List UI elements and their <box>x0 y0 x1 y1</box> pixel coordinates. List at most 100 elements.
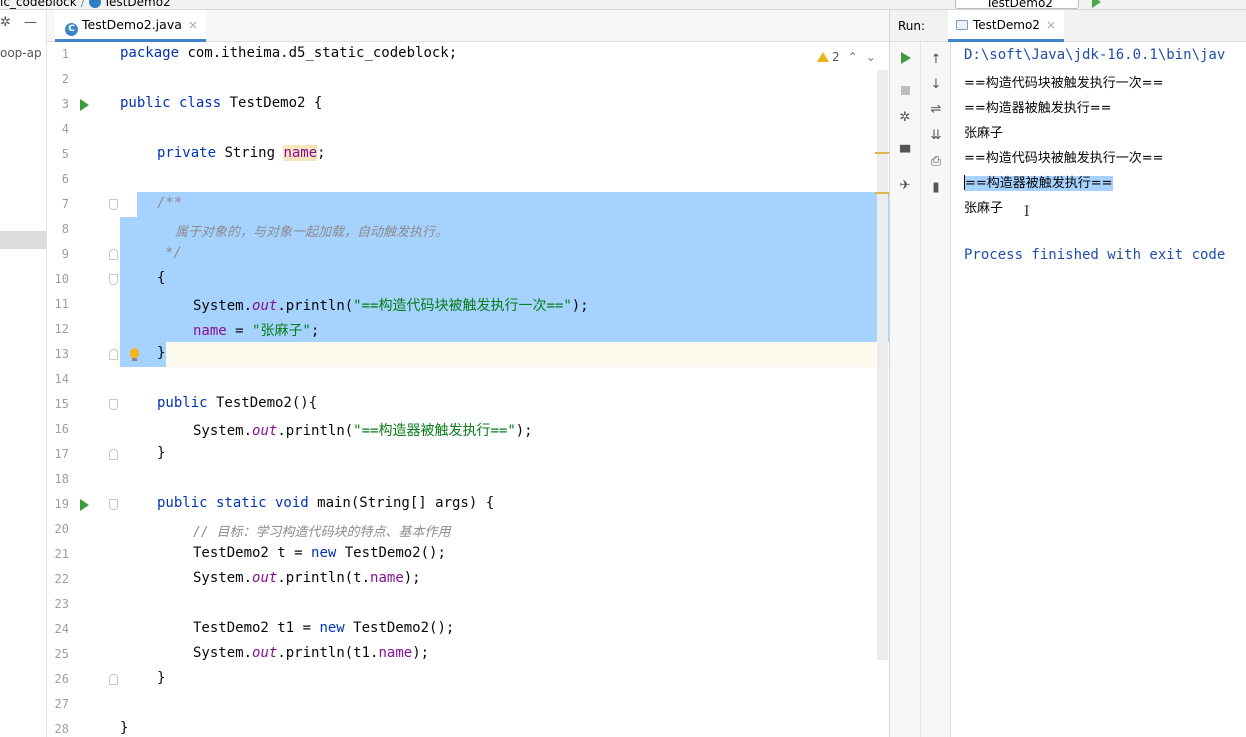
code-text: */ <box>165 245 182 261</box>
stop-icon[interactable] <box>901 86 910 95</box>
fold-icon[interactable] <box>109 349 118 360</box>
line-number: 20 <box>54 522 69 536</box>
arrow-up-icon[interactable]: ↑ <box>927 52 945 67</box>
code-line: 14 <box>47 367 889 392</box>
code-line: 12 name = "张麻子"; <box>47 317 889 342</box>
run-gutter-icon[interactable] <box>80 99 89 111</box>
code-line: 26 } <box>47 667 889 692</box>
line-number: 28 <box>54 722 69 736</box>
line-number: 23 <box>54 597 69 611</box>
fold-icon[interactable] <box>109 399 118 410</box>
code-text: } <box>157 445 166 461</box>
console-line: ==构造代码块被触发执行一次== <box>964 76 1164 91</box>
code-editor[interactable]: 2 ⌃ ⌄ 1 package com.itheima.d5_static_code… <box>47 42 889 737</box>
line-number: 21 <box>54 547 69 561</box>
code-line: 9 */ <box>47 242 889 267</box>
code-text: } <box>157 670 166 686</box>
code-text: name = "张麻子"; <box>193 323 320 339</box>
line-number: 11 <box>54 297 69 311</box>
code-line: 8 属于对象的，与对象一起加载，自动触发执行。 <box>47 217 889 242</box>
line-number: 16 <box>54 422 69 436</box>
code-line: 1 package com.itheima.d5_static_codebloc… <box>47 42 889 67</box>
project-tree-item[interactable]: oop-ap <box>0 46 47 60</box>
fold-icon[interactable] <box>109 274 118 285</box>
run-icon[interactable] <box>1092 0 1101 8</box>
rerun-icon[interactable] <box>901 52 911 64</box>
debug-icon[interactable]: ✲ <box>896 110 914 125</box>
project-tree-selected-row[interactable] <box>0 231 47 249</box>
fold-icon[interactable] <box>109 674 118 685</box>
console-line: D:\soft\Java\jdk-16.0.1\bin\jav <box>964 47 1226 63</box>
line-number: 12 <box>54 322 69 336</box>
line-number: 3 <box>61 97 69 111</box>
console-line: 张麻子 <box>964 201 1004 216</box>
breadcrumb-package[interactable]: ic_codeblock <box>0 0 77 9</box>
line-number: 1 <box>61 47 69 61</box>
line-number: 22 <box>54 572 69 586</box>
fold-icon[interactable] <box>109 499 118 510</box>
code-line: 19 public static void main(String[] args… <box>47 492 889 517</box>
code-text: } <box>120 720 129 736</box>
code-line: 24 TestDemo2 t1 = new TestDemo2(); <box>47 617 889 642</box>
code-line: 16 System.out.println("==构造器被触发执行=="); <box>47 417 889 442</box>
breadcrumb-class[interactable]: TestDemo2 <box>104 0 171 9</box>
fold-icon[interactable] <box>109 249 118 260</box>
code-line: 11 System.out.println("==构造代码块被触发执行一次=="… <box>47 292 889 317</box>
editor-tab-bar: C TestDemo2.java × <box>47 10 889 42</box>
code-text: TestDemo2 t1 = new TestDemo2(); <box>193 620 455 636</box>
code-line: 17 } <box>47 442 889 467</box>
code-line: 22 System.out.println(t.name); <box>47 567 889 592</box>
run-gutter-icon[interactable] <box>80 499 89 511</box>
code-text: } <box>157 345 166 361</box>
line-number: 6 <box>61 172 69 186</box>
code-line: 2 <box>47 67 889 92</box>
class-icon <box>88 0 101 8</box>
layout-icon[interactable]: ▀ <box>896 146 914 161</box>
code-text: System.out.println(t.name); <box>193 570 421 586</box>
code-line: 28 } <box>47 717 889 737</box>
code-line: 18 <box>47 467 889 492</box>
console-tab-icon <box>956 20 968 30</box>
line-number: 8 <box>61 222 69 236</box>
console-line: ==构造代码块被触发执行一次== <box>964 151 1164 166</box>
pin-icon[interactable]: ✈ <box>896 178 914 193</box>
print-icon[interactable]: ⎙ <box>927 154 945 169</box>
line-number: 9 <box>61 247 69 261</box>
gear-icon[interactable]: ✲ <box>0 15 11 30</box>
console-line: 张麻子 <box>964 126 1004 141</box>
line-number: 15 <box>54 397 69 411</box>
fold-icon[interactable] <box>109 449 118 460</box>
code-line: 6 <box>47 167 889 192</box>
code-line: 23 <box>47 592 889 617</box>
code-line: 15 public TestDemo2(){ <box>47 392 889 417</box>
run-config-selector[interactable]: TestDemo2 <box>955 0 1079 9</box>
line-number: 5 <box>61 147 69 161</box>
arrow-down-icon[interactable]: ↓ <box>927 77 945 92</box>
run-toolbar: ✲ ▀ ✈ <box>889 42 921 737</box>
scroll-to-end-icon[interactable]: ⇊ <box>927 128 945 143</box>
code-text: public class TestDemo2 { <box>120 95 323 111</box>
code-text: /** <box>157 195 183 211</box>
line-number: 18 <box>54 472 69 486</box>
fold-icon[interactable] <box>109 199 118 210</box>
line-number: 17 <box>54 447 69 461</box>
line-number: 27 <box>54 697 69 711</box>
code-text: System.out.println("==构造器被触发执行=="); <box>193 423 533 439</box>
close-tab-icon[interactable]: × <box>188 18 198 32</box>
trash-icon[interactable]: ▮ <box>927 180 945 195</box>
lightbulb-icon[interactable] <box>130 348 139 361</box>
code-text: System.out.println("==构造代码块被触发执行一次=="); <box>193 298 589 314</box>
soft-wrap-icon[interactable]: ⇌ <box>927 102 945 117</box>
run-console[interactable]: D:\soft\Java\jdk-16.0.1\bin\jav ==构造代码块被… <box>951 42 1246 737</box>
editor-tab-testdemo2[interactable]: C TestDemo2.java × <box>55 10 206 42</box>
run-tab-testdemo2[interactable]: TestDemo2 × <box>948 10 1064 42</box>
text-cursor-icon: I <box>1024 204 1030 220</box>
line-number: 24 <box>54 622 69 636</box>
breadcrumb: ic_codeblock / TestDemo2 <box>0 0 171 9</box>
code-text: public TestDemo2(){ <box>157 395 318 411</box>
minimize-icon[interactable]: — <box>24 15 37 30</box>
code-line: 5 private String name; <box>47 142 889 167</box>
code-text: System.out.println(t1.name); <box>193 645 430 661</box>
code-text: { <box>157 270 166 286</box>
close-tab-icon[interactable]: × <box>1046 18 1056 32</box>
